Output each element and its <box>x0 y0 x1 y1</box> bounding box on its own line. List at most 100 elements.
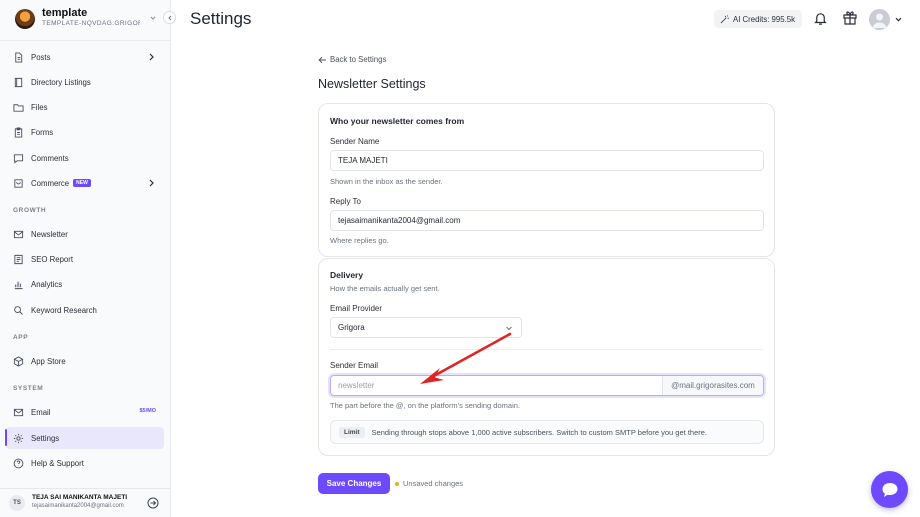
sender-name-label: Sender Name <box>330 137 380 146</box>
sender-email-help: The part before the @, on the platform's… <box>330 401 520 410</box>
section-label-system: SYSTEM <box>13 385 44 392</box>
sidebar-item-label: Keyword Research <box>31 305 97 315</box>
sidebar: template TEMPLATE-NQVDAG.GRIGOR... Posts… <box>0 0 171 517</box>
sidebar-item-seo-report[interactable]: SEO Report <box>6 248 164 270</box>
bar-chart-icon <box>14 281 23 289</box>
unsaved-label: Unsaved changes <box>403 479 464 488</box>
report-icon <box>14 254 23 264</box>
workspace-name: template <box>42 7 88 19</box>
annotation-arrow <box>420 332 512 384</box>
sidebar-item-label: Analytics <box>31 279 63 289</box>
sidebar-item-label: Commerce <box>31 178 70 188</box>
sidebar-item-help-support[interactable]: Help & Support <box>6 452 164 474</box>
gift-icon[interactable] <box>842 9 858 25</box>
sender-name-input[interactable] <box>330 150 764 171</box>
sender-email-label: Sender Email <box>330 361 379 370</box>
workspace-switcher[interactable]: template TEMPLATE-NQVDAG.GRIGOR... <box>14 7 164 30</box>
sidebar-item-commerce[interactable]: Commerce NEW <box>6 172 164 194</box>
search-icon <box>14 305 23 315</box>
workspace-subdomain: TEMPLATE-NQVDAG.GRIGOR... <box>42 20 140 27</box>
email-provider-label: Email Provider <box>330 304 383 313</box>
sidebar-item-directory-listings[interactable]: Directory Listings <box>6 71 164 93</box>
book-icon <box>14 77 23 87</box>
new-badge: NEW <box>73 179 91 187</box>
reply-to-help: Where replies go. <box>330 236 389 245</box>
folder-icon <box>13 103 24 112</box>
user-email: tejasaimanikanta2004@gmail.com <box>32 503 124 509</box>
limit-notice: Limit Sending through stops above 1,000 … <box>330 420 764 444</box>
gear-icon <box>13 433 24 443</box>
card-title: Delivery <box>330 270 364 280</box>
sidebar-item-analytics[interactable]: Analytics <box>6 273 164 295</box>
email-provider-value: Grigora <box>338 323 365 332</box>
profile-avatar[interactable] <box>869 9 890 30</box>
chat-launcher-button[interactable] <box>871 471 908 508</box>
chat-icon <box>882 482 897 497</box>
cube-icon <box>13 355 24 367</box>
sender-name-help: Shown in the inbox as the sender. <box>330 177 443 186</box>
divider <box>330 349 763 350</box>
mail-icon <box>13 230 24 238</box>
help-circle-icon <box>13 458 24 468</box>
sidebar-item-comments[interactable]: Comments <box>6 147 164 169</box>
chevron-down-icon[interactable] <box>894 15 903 24</box>
chevron-down-icon <box>150 16 156 20</box>
card-subtitle: How the emails actually get sent. <box>330 284 440 293</box>
sidebar-item-app-store[interactable]: App Store <box>6 350 164 372</box>
section-label-app: APP <box>13 334 29 341</box>
reply-to-input[interactable] <box>330 210 764 231</box>
bell-icon[interactable] <box>813 11 828 26</box>
arrow-left-icon <box>318 56 326 63</box>
chevron-right-icon <box>149 179 154 187</box>
unsaved-dot <box>395 481 399 486</box>
back-link-label: Back to Settings <box>330 55 387 64</box>
sidebar-item-settings[interactable]: Settings <box>6 427 164 449</box>
sidebar-item-label: Posts <box>31 52 51 62</box>
cart-icon <box>14 178 23 188</box>
mail-icon <box>13 408 24 416</box>
sidebar-item-newsletter[interactable]: Newsletter <box>6 223 164 245</box>
active-indicator <box>5 429 7 446</box>
delivery-card: Delivery How the emails actually get sen… <box>318 258 775 456</box>
document-icon <box>15 51 23 63</box>
back-link[interactable]: Back to Settings <box>318 55 386 64</box>
ai-credits-label: AI Credits: 995.5k <box>733 14 795 24</box>
user-profile: TS TEJA SAI MANIKANTA MAJETI tejasaimani… <box>0 488 171 517</box>
unsaved-indicator: Unsaved changes <box>395 479 463 488</box>
sidebar-item-forms[interactable]: Forms <box>6 121 164 143</box>
sidebar-item-label: SEO Report <box>31 254 74 264</box>
section-heading: Newsletter Settings <box>318 77 426 91</box>
sidebar-item-label: Directory Listings <box>31 77 91 87</box>
clipboard-icon <box>14 126 23 138</box>
sidebar-item-email[interactable]: Email $5/MO <box>6 401 164 423</box>
sidebar-item-label: Comments <box>31 153 69 163</box>
card-title: Who your newsletter comes from <box>330 116 465 126</box>
price-badge: $5/MO <box>139 408 156 414</box>
sidebar-item-label: Files <box>31 102 48 112</box>
sidebar-item-label: Newsletter <box>31 229 68 239</box>
logout-icon[interactable] <box>147 497 159 509</box>
avatar: TS <box>9 495 25 511</box>
sidebar-item-label: Email <box>31 407 51 417</box>
sender-email-field: @mail.grigorasites.com <box>330 375 764 396</box>
chevron-right-icon <box>149 53 154 61</box>
limit-tag: Limit <box>339 426 365 438</box>
save-changes-button[interactable]: Save Changes <box>318 473 390 494</box>
sidebar-item-files[interactable]: Files <box>6 96 164 118</box>
limit-text: Sending through stops above 1,000 active… <box>371 427 707 437</box>
ai-credits-button[interactable]: AI Credits: 995.5k <box>714 10 802 28</box>
section-label-growth: GROWTH <box>13 207 47 214</box>
chevron-left-icon <box>167 15 171 20</box>
sidebar-item-label: Settings <box>31 433 60 443</box>
sidebar-item-keyword-research[interactable]: Keyword Research <box>6 299 164 321</box>
workspace-logo <box>15 9 35 29</box>
chat-bubble-icon <box>13 153 24 164</box>
user-name: TEJA SAI MANIKANTA MAJETI <box>32 494 128 501</box>
sidebar-item-posts[interactable]: Posts <box>6 46 164 68</box>
collapse-sidebar-button[interactable] <box>163 11 176 24</box>
reply-to-label: Reply To <box>330 197 361 206</box>
user-silhouette-icon <box>872 13 887 28</box>
sidebar-divider <box>0 40 170 41</box>
sidebar-item-label: App Store <box>31 356 66 366</box>
sender-email-domain-suffix: @mail.grigorasites.com <box>662 376 763 395</box>
